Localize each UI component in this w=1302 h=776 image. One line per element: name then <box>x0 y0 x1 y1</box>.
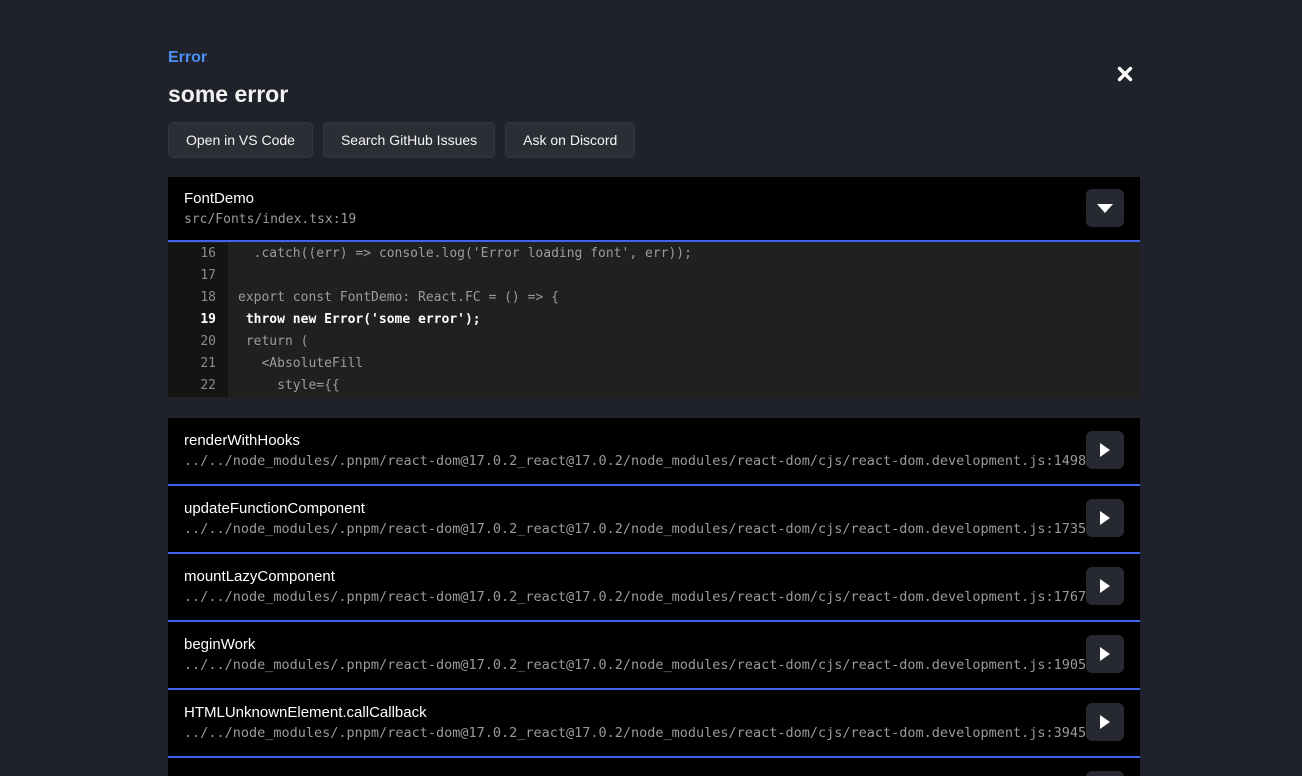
search-github-issues-button[interactable]: Search GitHub Issues <box>323 122 495 158</box>
code-text: throw new Error('some error'); <box>228 309 1140 331</box>
stack-frame-function-name: updateFunctionComponent <box>184 499 1124 518</box>
line-number: 21 <box>168 353 228 375</box>
line-number: 17 <box>168 265 228 287</box>
expand-stack-frame-button[interactable] <box>1086 431 1124 469</box>
code-frame-file-location: src/Fonts/index.tsx:19 <box>184 211 1124 228</box>
collapse-code-frame-button[interactable] <box>1086 189 1124 227</box>
error-overlay-content: Error some error Open in VS Code Search … <box>168 0 1140 776</box>
line-number: 19 <box>168 309 228 331</box>
triangle-right-icon <box>1100 511 1110 525</box>
code-text: style={{ <box>228 375 1140 397</box>
stack-frame-beginWork: beginWork ../../node_modules/.pnpm/react… <box>168 622 1140 690</box>
code-frame-function-name: FontDemo <box>184 189 1124 208</box>
stack-frame-function-name: beginWork <box>184 635 1124 654</box>
stack-frame-updateFunctionComponent: updateFunctionComponent ../../node_modul… <box>168 486 1140 554</box>
stack-frame-location: ../../node_modules/.pnpm/react-dom@17.0.… <box>184 453 1124 470</box>
stack-frame-renderWithHooks: renderWithHooks ../../node_modules/.pnpm… <box>168 418 1140 486</box>
stack-frame-location: ../../node_modules/.pnpm/react-dom@17.0.… <box>184 521 1124 538</box>
triangle-down-icon <box>1097 204 1113 213</box>
stack-trace-list: renderWithHooks ../../node_modules/.pnpm… <box>168 418 1140 776</box>
triangle-right-icon <box>1100 443 1110 457</box>
code-line: 22 style={{ <box>168 375 1140 397</box>
error-overlay: { "colors": { "page_bg": "#1f222a", "pan… <box>0 0 1302 776</box>
code-text: export const FontDemo: React.FC = () => … <box>228 287 1140 309</box>
source-code-frame: FontDemo src/Fonts/index.tsx:19 16 .catc… <box>168 177 1140 398</box>
code-line-highlighted: 19 throw new Error('some error'); <box>168 309 1140 331</box>
error-message-title: some error <box>168 81 1140 108</box>
code-snippet: 16 .catch((err) => console.log('Error lo… <box>168 242 1140 398</box>
triangle-right-icon <box>1100 579 1110 593</box>
stack-frame-function-name: mountLazyComponent <box>184 567 1124 586</box>
code-line: 21 <AbsoluteFill <box>168 353 1140 375</box>
triangle-right-icon <box>1100 715 1110 729</box>
stack-frame-mountLazyComponent: mountLazyComponent ../../node_modules/.p… <box>168 554 1140 622</box>
stack-frame-partially-visible <box>168 758 1140 776</box>
ask-on-discord-button[interactable]: Ask on Discord <box>505 122 635 158</box>
line-number: 16 <box>168 243 228 265</box>
line-number: 20 <box>168 331 228 353</box>
code-line: 20 return ( <box>168 331 1140 353</box>
open-in-vscode-button[interactable]: Open in VS Code <box>168 122 313 158</box>
line-number: 22 <box>168 375 228 397</box>
code-line: 16 .catch((err) => console.log('Error lo… <box>168 243 1140 265</box>
stack-frame-function-name: HTMLUnknownElement.callCallback <box>184 703 1124 722</box>
expand-stack-frame-button[interactable] <box>1086 567 1124 605</box>
action-button-row: Open in VS Code Search GitHub Issues Ask… <box>168 122 1140 158</box>
code-line: 17 <box>168 265 1140 287</box>
code-text: .catch((err) => console.log('Error loadi… <box>228 243 1140 265</box>
stack-frame-HTMLUnknownElement-callCallback: HTMLUnknownElement.callCallback ../../no… <box>168 690 1140 758</box>
stack-frame-location: ../../node_modules/.pnpm/react-dom@17.0.… <box>184 725 1124 742</box>
code-text: <AbsoluteFill <box>228 353 1140 375</box>
expand-stack-frame-button[interactable] <box>1086 703 1124 741</box>
stack-frame-location: ../../node_modules/.pnpm/react-dom@17.0.… <box>184 589 1124 606</box>
code-text: return ( <box>228 331 1140 353</box>
expand-stack-frame-button[interactable] <box>1086 499 1124 537</box>
code-frame-header: FontDemo src/Fonts/index.tsx:19 <box>168 177 1140 242</box>
expand-stack-frame-button[interactable] <box>1086 771 1124 776</box>
expand-stack-frame-button[interactable] <box>1086 635 1124 673</box>
line-number: 18 <box>168 287 228 309</box>
triangle-right-icon <box>1100 647 1110 661</box>
error-type-label: Error <box>168 48 1140 68</box>
code-line: 18export const FontDemo: React.FC = () =… <box>168 287 1140 309</box>
stack-frame-function-name: renderWithHooks <box>184 431 1124 450</box>
code-text <box>228 265 1140 287</box>
stack-frame-location: ../../node_modules/.pnpm/react-dom@17.0.… <box>184 657 1124 674</box>
